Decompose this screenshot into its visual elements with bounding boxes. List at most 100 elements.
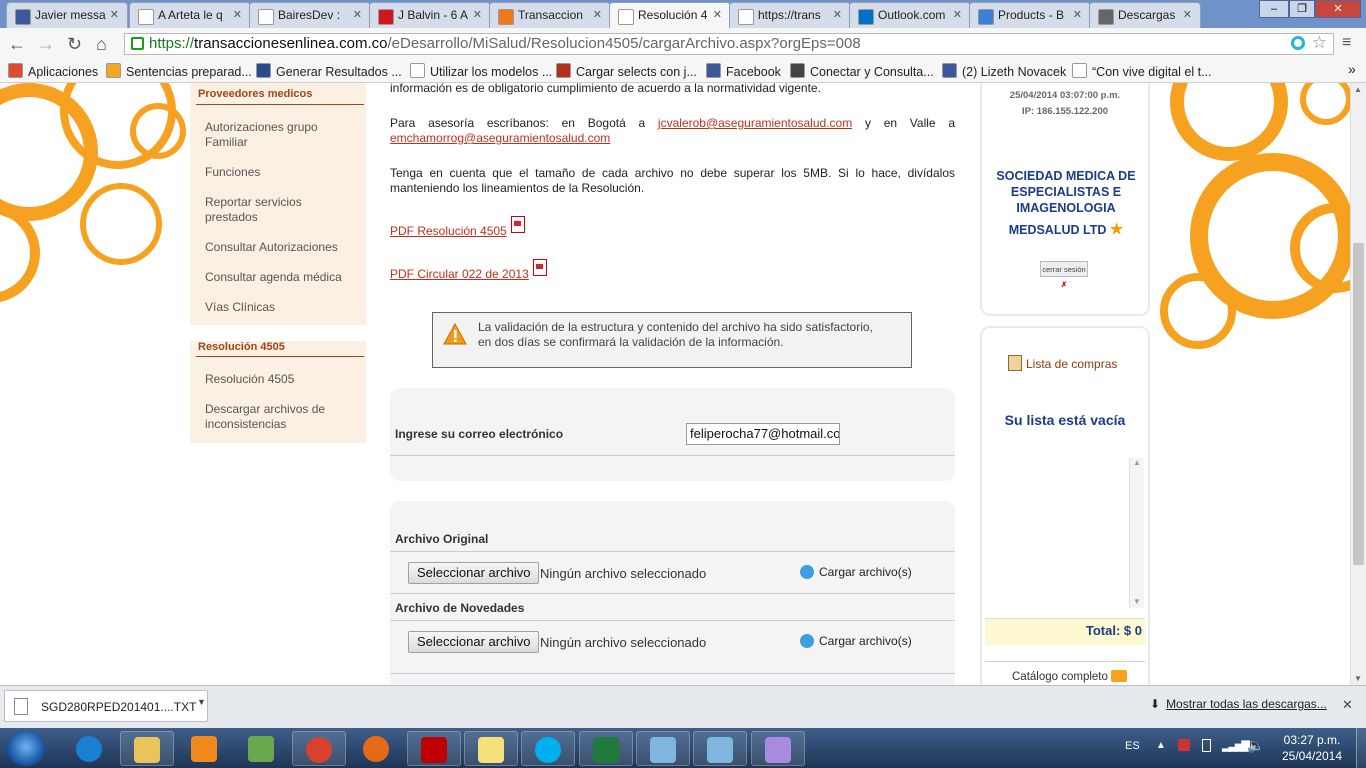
tab-label: Resolución 4 [638, 8, 708, 22]
close-tab-icon[interactable]: ✕ [1073, 8, 1082, 21]
bookmark-9[interactable]: “Con vive digital el t... [1072, 63, 1212, 79]
scroll-up-icon[interactable]: ▲ [1354, 85, 1362, 94]
select-file-original-button[interactable]: Seleccionar archivo [408, 562, 540, 584]
clock[interactable]: 03:27 p.m. 25/04/2014 [1270, 732, 1354, 764]
taskbar-firefox-button[interactable] [350, 731, 404, 766]
sidebar-item-resolucion-4505[interactable]: Resolución 4505 [205, 372, 355, 387]
extension-icon[interactable] [1291, 36, 1305, 50]
tab-7[interactable]: https://trans ✕ [729, 2, 851, 28]
close-tab-icon[interactable]: ✕ [953, 8, 962, 21]
tab-1[interactable]: Javier messa ✕ [6, 2, 128, 28]
cart-scrollbar[interactable]: ▲ ▼ [1129, 458, 1144, 608]
tab-8[interactable]: Outlook.com ✕ [849, 2, 971, 28]
show-all-downloads[interactable]: ⬇ Mostrar todas las descargas... [1150, 697, 1327, 711]
email-input[interactable]: feliperocha77@hotmail.co [686, 423, 840, 445]
sidebar-item-consultar-autorizaciones[interactable]: Consultar Autorizaciones [205, 240, 355, 255]
bookmark-2[interactable]: Sentencias preparad... [106, 63, 252, 79]
close-tab-icon[interactable]: ✕ [353, 8, 362, 21]
taskbar-explorer-button[interactable] [120, 731, 175, 766]
taskbar-chrome-button[interactable] [292, 731, 347, 766]
close-downloads-button[interactable]: ✕ [1342, 697, 1353, 713]
start-button[interactable] [6, 731, 46, 766]
battery-icon[interactable] [1202, 739, 1211, 752]
taskbar-notes-app-2-button[interactable] [693, 731, 748, 766]
taskbar-filezilla-button[interactable] [406, 731, 461, 766]
close-tab-icon[interactable]: ✕ [833, 8, 842, 21]
close-tab-icon[interactable]: ✕ [713, 8, 722, 21]
close-tab-icon[interactable]: ✕ [593, 8, 602, 21]
address-bar[interactable]: https://transaccionesenlinea.com.co/eDes… [124, 33, 1334, 55]
tray-up-icon[interactable]: ▲ [1156, 740, 1166, 751]
taskbar-paint-button[interactable] [750, 731, 805, 766]
close-tab-icon[interactable]: ✕ [110, 8, 119, 21]
more-bookmarks[interactable]: » [1348, 61, 1356, 77]
tab-2[interactable]: A Arteta le q ✕ [129, 2, 251, 28]
scroll-down-icon[interactable]: ▼ [1354, 674, 1362, 683]
signal-icon[interactable]: ▂▃▅▇ [1222, 739, 1250, 752]
taskbar-media-player-button[interactable] [178, 731, 232, 766]
tab-3[interactable]: BairesDev : ✕ [249, 2, 371, 28]
explorer-icon [134, 737, 161, 763]
bookmark-7[interactable]: Conectar y Consulta... [790, 63, 934, 79]
page-scrollbar[interactable]: ▲ ▼ [1350, 83, 1366, 685]
show-desktop-button[interactable] [1356, 728, 1366, 768]
close-tab-icon[interactable]: ✕ [233, 8, 242, 21]
close-tab-icon[interactable]: ✕ [473, 8, 482, 21]
flag-icon[interactable] [1178, 739, 1190, 751]
bookmark-6[interactable]: Facebook [706, 63, 781, 79]
tab-6[interactable]: Resolución 4 ✕ [609, 2, 731, 28]
taskbar-excel-button[interactable] [578, 731, 633, 766]
email-bogota-link[interactable]: jcvalerob@aseguramientosalud.com [658, 116, 852, 130]
forward-icon[interactable]: → [37, 34, 55, 55]
bookmark-8[interactable]: (2) Lizeth Novacek [942, 63, 1066, 79]
volume-icon[interactable]: 🔈 [1247, 737, 1264, 754]
scroll-up-icon[interactable]: ▲ [1130, 458, 1144, 467]
taskbar-sticky-notes-button[interactable] [464, 731, 519, 766]
upload-original-button[interactable]: Cargar archivo(s) [800, 565, 912, 579]
upload-novedades-button[interactable]: Cargar archivo(s) [800, 634, 912, 648]
sidebar-item-autorizaciones-grupo[interactable]: Autorizaciones grupo Familiar [205, 120, 355, 150]
bookmark-1[interactable]: Aplicaciones [8, 63, 98, 79]
taskbar-skype-button[interactable] [521, 731, 576, 766]
close-tab-icon[interactable]: ✕ [1183, 8, 1192, 21]
pdf-resolucion-link[interactable]: PDF Resolución 4505 [390, 224, 507, 238]
star-icon[interactable]: ☆ [1312, 33, 1327, 53]
people-icon [247, 736, 274, 762]
bookmark-3[interactable]: Generar Resultados ... [256, 63, 402, 79]
sidebar-item-reportar-servicios[interactable]: Reportar servicios prestados [205, 195, 355, 225]
taskbar-ie-button[interactable] [63, 731, 117, 766]
tab-4[interactable]: J Balvin - 6 A ✕ [369, 2, 491, 28]
language-indicator[interactable]: ES [1125, 740, 1140, 752]
sidebar-item-consultar-agenda[interactable]: Consultar agenda médica [205, 270, 355, 285]
bookmark-4[interactable]: Utilizar los modelos ... [410, 63, 552, 79]
scroll-down-icon[interactable]: ▼ [1130, 597, 1144, 606]
cart-box: Lista de compras Su lista está vacía ▲ ▼… [980, 326, 1150, 685]
tab-9[interactable]: Products - B ✕ [969, 2, 1091, 28]
sidebar-item-funciones[interactable]: Funciones [205, 165, 355, 180]
tab-10[interactable]: Descargas ✕ [1089, 2, 1201, 28]
email-valle-link[interactable]: emchamorrog@aseguramientosalud.com [390, 131, 610, 145]
select-file-novedades-button[interactable]: Seleccionar archivo [408, 631, 540, 653]
reload-icon[interactable]: ↻ [67, 34, 82, 55]
no-file-original: Ningún archivo seleccionado [540, 566, 707, 581]
sidebar-item-descargar-inconsistencias[interactable]: Descargar archivos de inconsistencias [205, 402, 355, 432]
close-window-button[interactable]: ✕ [1315, 0, 1361, 18]
download-item[interactable]: SGD280RPED201401....TXT ▼ [4, 690, 208, 722]
tab-5[interactable]: Transaccion ✕ [489, 2, 611, 28]
taskbar-notes-app-button[interactable] [636, 731, 690, 766]
home-icon[interactable]: ⌂ [96, 34, 107, 55]
taskbar-people-button[interactable] [235, 731, 289, 766]
logout-button[interactable]: cerrar sesión ✗ [1040, 261, 1088, 289]
sidebar-item-vias-clinicas[interactable]: Vías Clínicas [205, 300, 355, 315]
scrollbar-thumb[interactable] [1353, 243, 1364, 565]
login-ip: IP: 186.155.122.200 [1021, 106, 1109, 117]
catalog-link[interactable]: Catálogo completo [1012, 670, 1128, 683]
pdf-circular-link[interactable]: PDF Circular 022 de 2013 [390, 267, 529, 281]
cart-title-row[interactable]: Lista de compras [1008, 355, 1117, 371]
maximize-button[interactable]: ❐ [1289, 0, 1315, 18]
bookmark-5[interactable]: Cargar selects con j... [556, 63, 697, 79]
chevron-down-icon[interactable]: ▼ [197, 697, 206, 707]
back-icon[interactable]: ← [8, 34, 26, 55]
menu-icon[interactable]: ≡ [1342, 34, 1351, 52]
minimize-button[interactable]: – [1259, 0, 1289, 18]
